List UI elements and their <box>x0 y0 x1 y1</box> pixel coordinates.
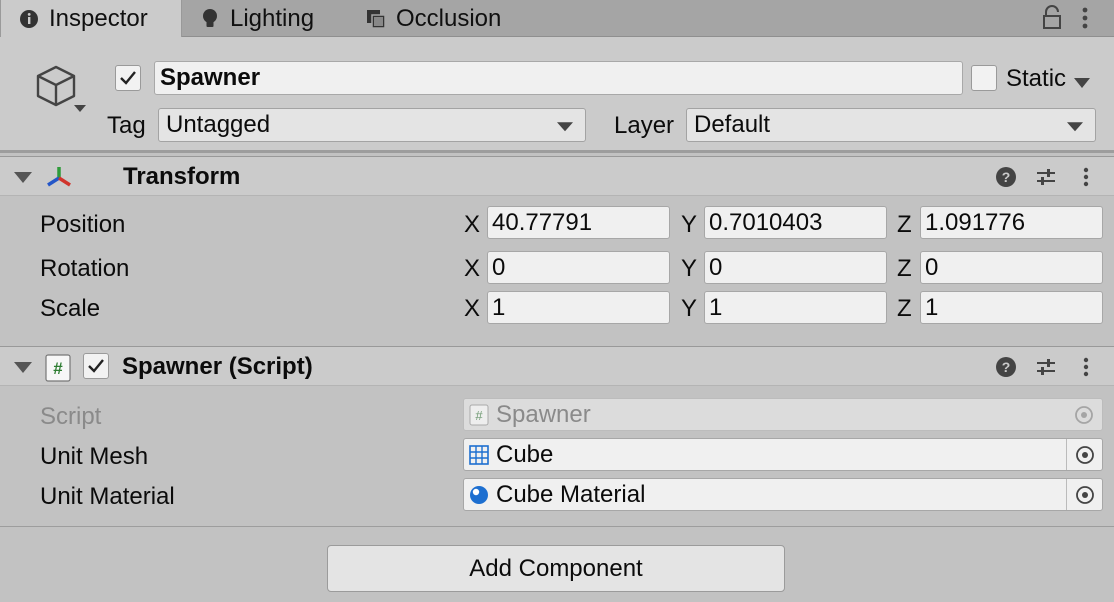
spawner-script-title: Spawner (Script) <box>122 353 313 380</box>
tab-lighting[interactable]: Lighting <box>200 0 314 37</box>
scale-z-field[interactable]: 1 <box>920 291 1103 324</box>
object-name-input[interactable]: Spawner <box>154 61 963 95</box>
rotation-y-field[interactable]: 0 <box>704 251 887 284</box>
position-z-field[interactable]: 1.091776 <box>920 206 1103 239</box>
position-y-field[interactable]: 0.7010403 <box>704 206 887 239</box>
spawner-script-body: Script # Spawner Unit Mesh Cube Unit Mat… <box>0 386 1114 526</box>
unit-mesh-value: Cube <box>496 440 554 468</box>
static-label[interactable]: Static <box>1006 65 1066 93</box>
foldout-arrow-icon[interactable] <box>14 172 32 183</box>
axis-x-label[interactable]: X <box>464 295 480 323</box>
script-hash-icon: # <box>45 354 71 387</box>
axis-y-label[interactable]: Y <box>681 211 697 239</box>
static-checkbox[interactable] <box>971 65 997 91</box>
info-icon <box>19 9 39 29</box>
axis-z-label[interactable]: Z <box>897 211 912 239</box>
tab-label: Lighting <box>230 4 315 32</box>
transform-header[interactable]: Transform ? <box>0 156 1114 196</box>
tab-label: Inspector <box>49 5 148 32</box>
more-vertical-icon[interactable] <box>1078 6 1092 35</box>
svg-text:#: # <box>475 408 483 423</box>
presets-sliders-icon[interactable] <box>1034 355 1058 379</box>
tab-bar: Inspector Lighting Occlusion <box>0 0 1114 38</box>
bulb-icon <box>200 8 220 29</box>
gameobject-cube-icon[interactable] <box>34 63 90 122</box>
unit-material-value: Cube Material <box>496 480 646 508</box>
scale-y-field[interactable]: 1 <box>704 291 887 324</box>
static-dropdown-arrow-icon[interactable] <box>1074 75 1090 93</box>
occlusion-icon <box>366 9 386 29</box>
script-label: Script <box>40 403 102 430</box>
material-sphere-icon <box>468 484 490 506</box>
script-field: # Spawner <box>463 398 1103 431</box>
more-vertical-icon[interactable] <box>1074 355 1098 379</box>
lock-icon[interactable] <box>1040 5 1064 36</box>
axis-z-label[interactable]: Z <box>897 255 912 283</box>
chevron-down-icon <box>1067 122 1083 132</box>
tab-label: Occlusion <box>396 4 502 32</box>
mesh-grid-icon <box>468 444 490 466</box>
layer-dropdown[interactable]: Default <box>686 108 1096 142</box>
script-file-icon: # <box>468 404 490 426</box>
inspector-footer: Add Component <box>0 526 1114 602</box>
scale-x-field[interactable]: 1 <box>487 291 670 324</box>
script-enabled-checkbox[interactable] <box>83 353 109 379</box>
foldout-arrow-icon[interactable] <box>14 362 32 373</box>
object-picker-icon[interactable] <box>1066 439 1102 470</box>
more-vertical-icon[interactable] <box>1074 165 1098 189</box>
layer-value: Default <box>694 111 771 138</box>
transform-icon <box>44 164 74 195</box>
transform-body: Position X 40.77791 Y 0.7010403 Z 1.0917… <box>0 196 1114 345</box>
object-picker-icon[interactable] <box>1066 479 1102 510</box>
svg-text:#: # <box>53 359 63 378</box>
unit-material-label: Unit Material <box>40 483 175 510</box>
unit-mesh-field[interactable]: Cube <box>463 438 1103 471</box>
rotation-z-field[interactable]: 0 <box>920 251 1103 284</box>
spawner-script-header[interactable]: # Spawner (Script) ? <box>0 346 1114 386</box>
layer-label: Layer <box>614 112 675 139</box>
chevron-down-icon <box>557 122 573 132</box>
axis-x-label[interactable]: X <box>464 255 480 283</box>
help-icon[interactable]: ? <box>994 355 1018 379</box>
tag-label: Tag <box>107 112 146 139</box>
svg-text:?: ? <box>1002 169 1011 185</box>
unit-mesh-label: Unit Mesh <box>40 443 149 470</box>
tab-inspector[interactable]: Inspector <box>0 0 182 38</box>
transform-title: Transform <box>123 163 241 190</box>
tag-dropdown[interactable]: Untagged <box>158 108 586 142</box>
axis-y-label[interactable]: Y <box>681 255 697 283</box>
axis-y-label[interactable]: Y <box>681 295 697 323</box>
gameobject-header: Spawner Static Tag Untagged Layer Defaul… <box>0 37 1114 153</box>
axis-x-label[interactable]: X <box>464 211 480 239</box>
script-value: Spawner <box>496 400 591 428</box>
rotation-label: Rotation <box>40 255 130 282</box>
axis-z-label[interactable]: Z <box>897 295 912 323</box>
help-icon[interactable]: ? <box>994 165 1018 189</box>
position-label: Position <box>40 211 126 238</box>
active-checkbox[interactable] <box>115 65 141 91</box>
add-component-button[interactable]: Add Component <box>327 545 785 592</box>
object-picker-icon <box>1066 399 1102 430</box>
svg-text:?: ? <box>1002 359 1011 375</box>
scale-label: Scale <box>40 295 101 322</box>
position-x-field[interactable]: 40.77791 <box>487 206 670 239</box>
unit-material-field[interactable]: Cube Material <box>463 478 1103 511</box>
tab-occlusion[interactable]: Occlusion <box>366 0 501 37</box>
rotation-x-field[interactable]: 0 <box>487 251 670 284</box>
tag-value: Untagged <box>166 111 271 138</box>
presets-sliders-icon[interactable] <box>1034 165 1058 189</box>
